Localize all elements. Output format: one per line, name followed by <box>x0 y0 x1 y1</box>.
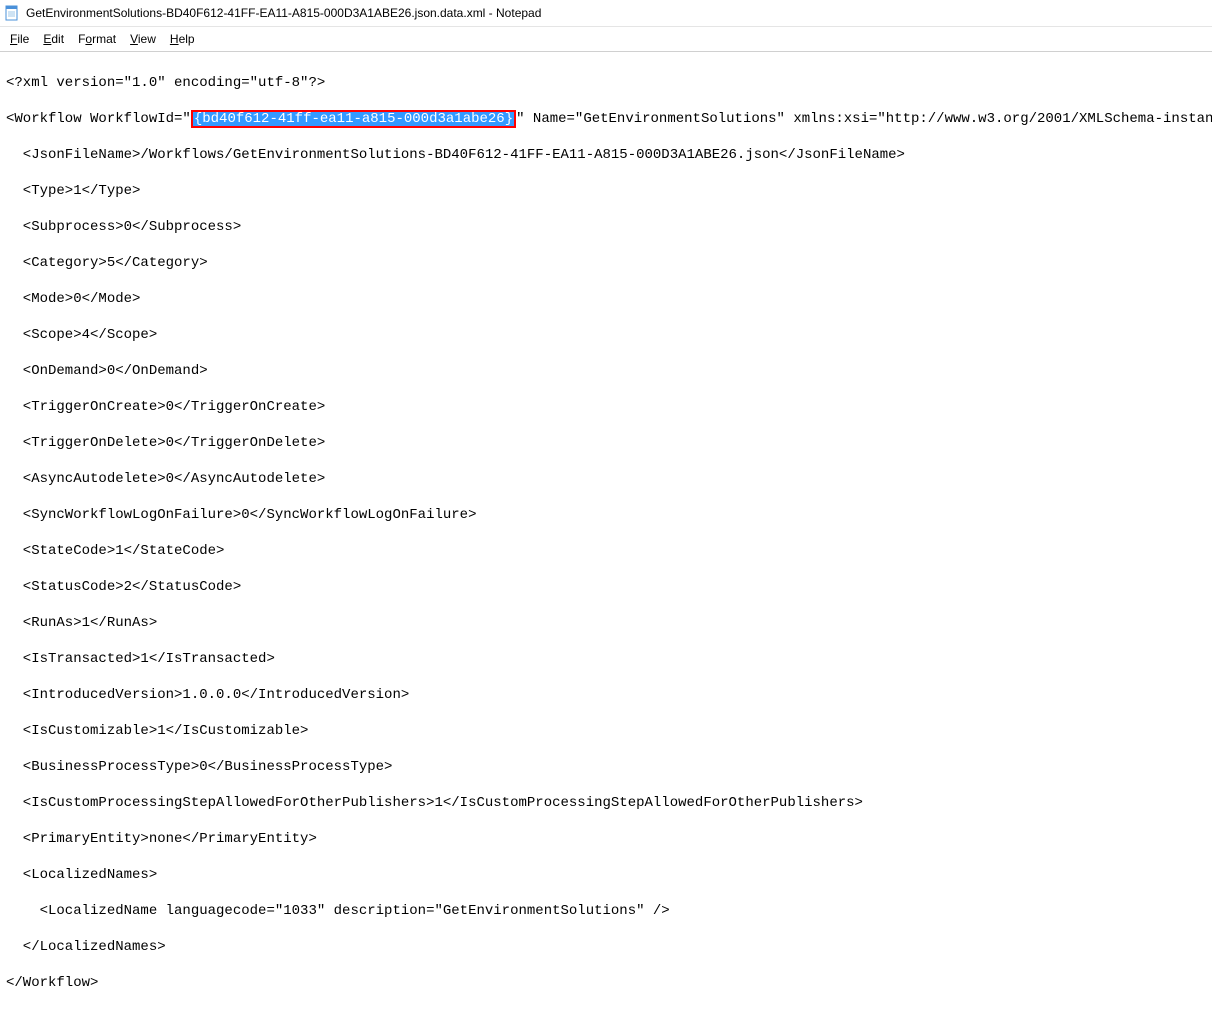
code-line: <LocalizedNames> <box>6 866 1206 884</box>
code-line: <JsonFileName>/Workflows/GetEnvironmentS… <box>6 146 1206 164</box>
code-line: <SyncWorkflowLogOnFailure>0</SyncWorkflo… <box>6 506 1206 524</box>
code-line: <Scope>4</Scope> <box>6 326 1206 344</box>
menu-view[interactable]: View <box>124 31 162 47</box>
code-line: <?xml version="1.0" encoding="utf-8"?> <box>6 74 1206 92</box>
code-line: <IsTransacted>1</IsTransacted> <box>6 650 1206 668</box>
code-line: <TriggerOnDelete>0</TriggerOnDelete> <box>6 434 1206 452</box>
code-line: <IsCustomProcessingStepAllowedForOtherPu… <box>6 794 1206 812</box>
code-line: <IntroducedVersion>1.0.0.0</IntroducedVe… <box>6 686 1206 704</box>
code-line: <StateCode>1</StateCode> <box>6 542 1206 560</box>
code-text: " Name="GetEnvironmentSolutions" xmlns:x… <box>516 111 1212 127</box>
code-line: </Workflow> <box>6 974 1206 992</box>
menu-separator <box>0 51 1212 52</box>
text-editor[interactable]: <?xml version="1.0" encoding="utf-8"?> <… <box>0 54 1212 1012</box>
menu-help[interactable]: Help <box>164 31 201 47</box>
code-line: <Category>5</Category> <box>6 254 1206 272</box>
code-line: <PrimaryEntity>none</PrimaryEntity> <box>6 830 1206 848</box>
code-line: <LocalizedName languagecode="1033" descr… <box>6 902 1206 920</box>
code-line: <Type>1</Type> <box>6 182 1206 200</box>
code-line: <Mode>0</Mode> <box>6 290 1206 308</box>
code-line: <Workflow WorkflowId="{bd40f612-41ff-ea1… <box>6 110 1206 128</box>
code-text: <Workflow WorkflowId=" <box>6 111 191 127</box>
sel-guid: bd40f612-41ff-ea11-a815-000d3a1abe26 <box>202 111 504 127</box>
window-titlebar: GetEnvironmentSolutions-BD40F612-41FF-EA… <box>0 0 1212 27</box>
code-line: <BusinessProcessType>0</BusinessProcessT… <box>6 758 1206 776</box>
code-line: <OnDemand>0</OnDemand> <box>6 362 1206 380</box>
code-line: <IsCustomizable>1</IsCustomizable> <box>6 722 1206 740</box>
code-line: <RunAs>1</RunAs> <box>6 614 1206 632</box>
menu-file[interactable]: File <box>4 31 35 47</box>
code-line: </LocalizedNames> <box>6 938 1206 956</box>
menubar: File Edit Format View Help <box>0 27 1212 51</box>
sel-brace-left: { <box>194 111 202 127</box>
code-line: <Subprocess>0</Subprocess> <box>6 218 1206 236</box>
notepad-icon <box>4 5 20 21</box>
code-line: <AsyncAutodelete>0</AsyncAutodelete> <box>6 470 1206 488</box>
window-title: GetEnvironmentSolutions-BD40F612-41FF-EA… <box>26 6 541 20</box>
code-line: <StatusCode>2</StatusCode> <box>6 578 1206 596</box>
selection-highlight: {bd40f612-41ff-ea11-a815-000d3a1abe26} <box>191 110 516 128</box>
code-line: <TriggerOnCreate>0</TriggerOnCreate> <box>6 398 1206 416</box>
menu-format[interactable]: Format <box>72 31 122 47</box>
sel-brace-right: } <box>505 111 513 127</box>
menu-edit[interactable]: Edit <box>37 31 70 47</box>
